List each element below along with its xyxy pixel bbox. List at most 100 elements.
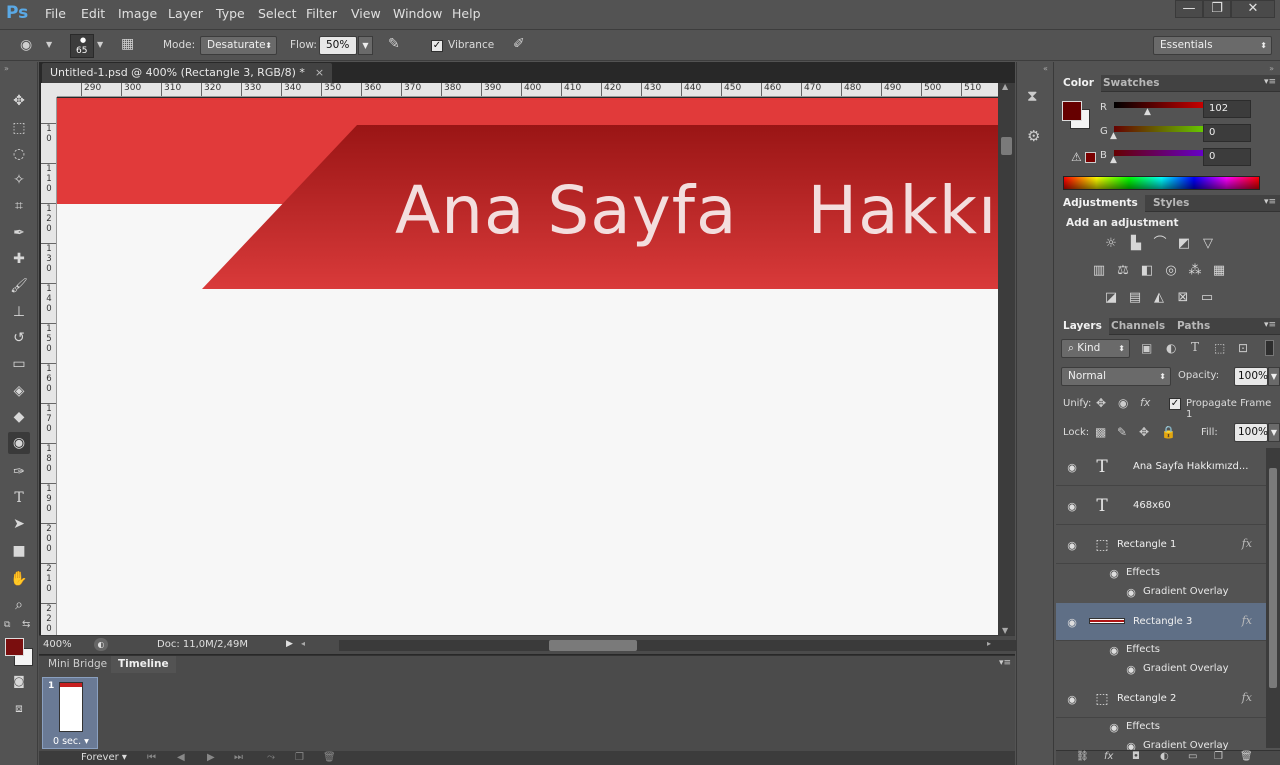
healing-brush-tool-icon[interactable]: ✚ [8,248,30,270]
panel-menu-icon[interactable]: ▾≡ [1264,77,1276,87]
eye-icon[interactable]: ◉ [1065,616,1079,629]
tween-icon[interactable]: ⤳ [267,752,275,763]
layer-row[interactable]: ◉ T Ana Sayfa Hakkımızd... [1056,448,1266,486]
layer-row-selected[interactable]: ◉ Rectangle 3 fx [1056,603,1266,641]
history-panel-icon[interactable]: ⧗ [1027,87,1038,105]
layers-scroll-thumb[interactable] [1269,468,1277,688]
filter-adjustment-icon[interactable]: ◐ [1166,341,1176,355]
eyedropper-tool-icon[interactable]: ✒ [8,222,30,244]
new-adjustment-icon[interactable]: ◐ [1160,751,1169,762]
play-icon[interactable]: ▶ [207,752,215,763]
lock-all-icon[interactable]: 🔒 [1161,425,1176,439]
fill-input[interactable]: 100% [1234,423,1268,442]
close-tab-icon[interactable]: × [315,66,324,79]
marquee-tool-icon[interactable]: ⬚ [8,117,30,139]
brush-dropdown-arrow-icon[interactable]: ▼ [97,40,103,49]
scroll-up-icon[interactable]: ▲ [1002,82,1008,91]
panel-menu-icon[interactable]: ▾≡ [1264,197,1276,207]
selective-color-icon[interactable]: ⊠ [1173,288,1193,308]
b-slider-handle-icon[interactable]: ▲ [1110,155,1117,165]
history-brush-tool-icon[interactable]: ↺ [8,327,30,349]
gamut-color-swatch[interactable] [1085,152,1096,163]
opacity-dropdown-arrow-icon[interactable]: ▼ [1268,367,1280,386]
photo-filter-icon[interactable]: ◎ [1161,261,1181,281]
new-group-icon[interactable]: ▭ [1188,751,1197,762]
g-slider-handle-icon[interactable]: ▲ [1110,131,1117,141]
document-tab[interactable]: Untitled-1.psd @ 400% (Rectangle 3, RGB/… [42,63,333,83]
layer-fx-icon[interactable]: fx [1242,691,1252,704]
invert-icon[interactable]: ◪ [1101,288,1121,308]
first-frame-icon[interactable]: ⏮ [147,752,156,763]
brush-size-preview[interactable]: ● 65 [70,34,94,58]
previous-frame-icon[interactable]: ◀ [177,752,185,763]
black-white-icon[interactable]: ◧ [1137,261,1157,281]
effects-row[interactable]: ◉ Effects [1056,564,1266,583]
swap-colors-icon[interactable]: ⇆ [22,619,30,630]
color-foreground-swatch[interactable] [1062,101,1082,121]
layer-fx-icon[interactable]: fx [1242,537,1252,550]
unify-visibility-icon[interactable]: ◉ [1118,396,1128,410]
r-value-field[interactable]: 102 [1203,100,1251,118]
preset-dropdown-arrow-icon[interactable]: ▼ [46,40,52,49]
collapse-panels-icon[interactable]: » [1269,64,1274,73]
paint-bucket-tool-icon[interactable]: ◈ [8,380,30,402]
timeline-frame[interactable]: 1 0 sec. ▾ [42,677,98,749]
clone-stamp-tool-icon[interactable]: ⊥ [8,301,30,323]
panel-menu-icon[interactable]: ▾≡ [999,658,1011,668]
mode-select[interactable]: Desaturate ⬍ [200,36,277,55]
menu-file[interactable]: File [45,6,66,21]
blend-mode-select[interactable]: Normal ⬍ [1061,367,1171,386]
hue-saturation-icon[interactable]: ▥ [1089,261,1109,281]
quick-select-tool-icon[interactable]: ✧ [8,169,30,191]
exposure-icon[interactable]: ◩ [1174,234,1194,254]
quick-mask-icon[interactable]: ◙ [8,670,30,692]
horizontal-scroll-thumb[interactable] [549,640,637,651]
gradient-map-icon[interactable]: ▭ [1197,288,1217,308]
tab-styles[interactable]: Styles [1146,195,1196,212]
next-frame-icon[interactable]: ⏭ [234,752,243,763]
lock-position-icon[interactable]: ✥ [1139,425,1149,439]
filter-pixel-icon[interactable]: ▣ [1141,341,1152,355]
zoom-tool-icon[interactable]: ⌕ [8,594,30,616]
eye-icon[interactable]: ◉ [1107,567,1121,580]
eye-icon[interactable]: ◉ [1065,461,1079,474]
menu-select[interactable]: Select [258,6,297,21]
eye-icon[interactable]: ◉ [1107,721,1121,734]
panel-menu-icon[interactable]: ▾≡ [1264,320,1276,330]
screen-mode-icon[interactable]: ⧈ [8,697,30,719]
vertical-scroll-thumb[interactable] [1001,137,1012,155]
duplicate-frame-icon[interactable]: ❐ [295,752,304,763]
menu-layer[interactable]: Layer [168,6,203,21]
tab-layers[interactable]: Layers [1056,318,1109,335]
eraser-tool-icon[interactable]: ▭ [8,353,30,375]
channel-mixer-icon[interactable]: ⁂ [1185,261,1205,281]
sponge-tool-icon[interactable]: ◉ [8,432,30,454]
eye-icon[interactable]: ◉ [1065,693,1079,706]
tab-timeline[interactable]: Timeline [111,656,176,673]
foreground-color-swatch[interactable] [5,638,24,656]
collapse-dock-icon[interactable]: « [1043,64,1048,73]
effects-row[interactable]: ◉ Effects [1056,641,1266,660]
tab-swatches[interactable]: Swatches [1096,75,1166,92]
pen-tool-icon[interactable]: ✑ [8,461,30,483]
filter-type-icon[interactable]: T [1191,340,1199,354]
close-window-button[interactable]: ✕ [1231,0,1275,18]
tab-paths[interactable]: Paths [1170,318,1217,335]
b-value-field[interactable]: 0 [1203,148,1251,166]
blur-tool-icon[interactable]: ◆ [8,406,30,428]
effects-row[interactable]: ◉ Effects [1056,718,1266,737]
color-spectrum-bar[interactable] [1063,176,1260,190]
curves-icon[interactable]: ⌒ [1150,234,1170,254]
pressure-size-icon[interactable]: ✐ [513,36,525,52]
filter-toggle-switch[interactable] [1265,340,1274,356]
rectangle-tool-icon[interactable]: ■ [8,540,30,562]
delete-layer-icon[interactable]: 🗑 [1240,751,1253,762]
eye-icon[interactable]: ◉ [1065,500,1079,513]
brush-tool-icon[interactable]: 🖌 [8,275,30,297]
menu-view[interactable]: View [351,6,381,21]
layer-row[interactable]: ◉ ⬚ Rectangle 2 fx [1056,680,1266,718]
unify-position-icon[interactable]: ✥ [1096,396,1106,410]
eye-icon[interactable]: ◉ [1124,663,1138,676]
flow-input[interactable]: 50% [319,36,357,55]
gradient-overlay-row[interactable]: ◉ Gradient Overlay [1056,660,1266,679]
